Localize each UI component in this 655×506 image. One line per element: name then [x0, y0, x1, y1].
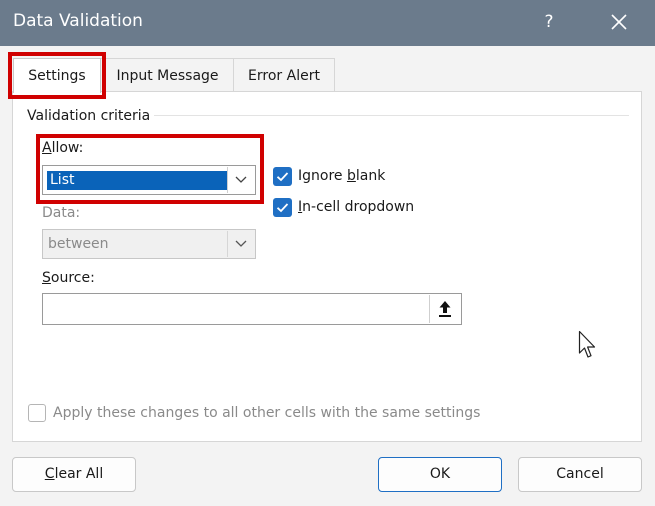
ignore-blank-checkbox[interactable]: [273, 167, 292, 186]
in-cell-dropdown-checkbox[interactable]: [273, 198, 292, 217]
source-input[interactable]: [42, 293, 462, 325]
clear-all-button[interactable]: Clear All: [12, 457, 136, 492]
apply-all-label: Apply these changes to all other cells w…: [53, 405, 481, 421]
data-label: Data:: [42, 205, 81, 221]
checkmark-icon: [276, 203, 289, 213]
tab-input-message[interactable]: Input Message: [100, 58, 235, 93]
mouse-cursor: [578, 330, 598, 364]
cancel-button[interactable]: Cancel: [518, 457, 642, 492]
ok-button[interactable]: OK: [378, 457, 502, 492]
close-button[interactable]: [605, 8, 633, 36]
ignore-blank-label[interactable]: Ignore blank: [298, 168, 385, 184]
collapse-dialog-button[interactable]: [429, 295, 460, 323]
upload-arrow-icon: [439, 301, 451, 317]
chevron-down-icon: [235, 240, 247, 247]
validation-criteria-label: Validation criteria: [27, 108, 155, 124]
dialog-title: Data Validation: [13, 11, 143, 31]
pointer-cursor-icon: [578, 330, 596, 358]
tab-settings[interactable]: Settings: [13, 58, 101, 93]
checkmark-icon: [276, 172, 289, 182]
data-dropdown-button: [227, 231, 254, 257]
data-value: between: [48, 236, 109, 252]
close-icon: [611, 14, 627, 30]
apply-all-checkbox: [28, 404, 46, 422]
help-button[interactable]: ?: [539, 10, 559, 34]
data-dropdown: between: [42, 229, 256, 259]
in-cell-dropdown-label[interactable]: In-cell dropdown: [298, 199, 414, 215]
allow-highlight: [36, 134, 264, 204]
source-label: Source:: [42, 270, 95, 286]
tab-error-alert[interactable]: Error Alert: [233, 58, 335, 93]
